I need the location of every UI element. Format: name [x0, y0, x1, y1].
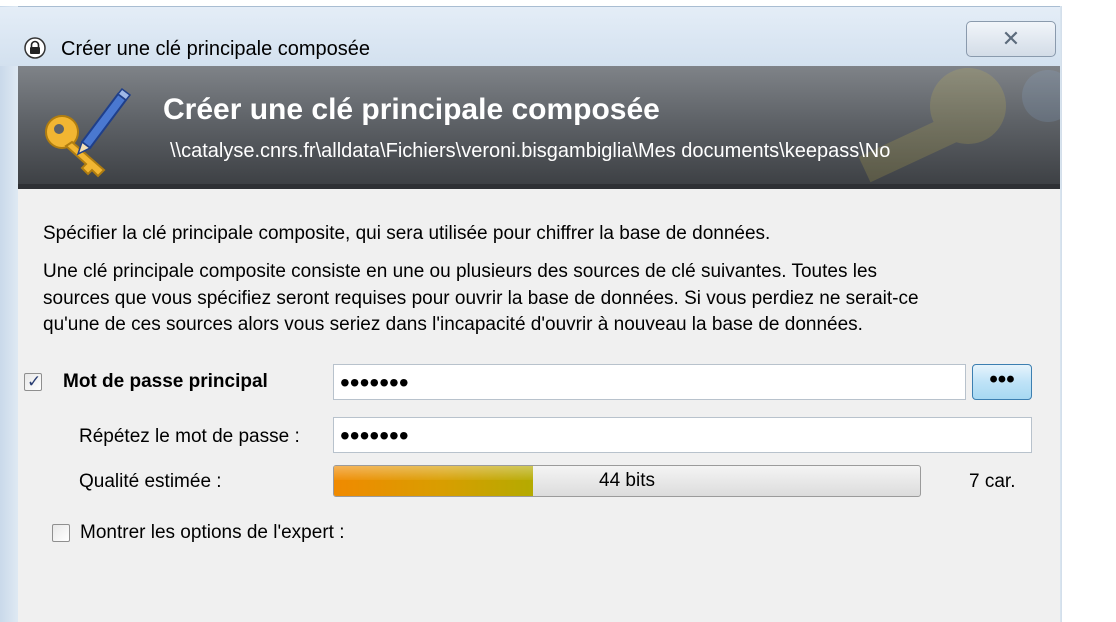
dialog-content [18, 189, 1060, 622]
expert-options-label[interactable]: Montrer les options de l'expert : [80, 521, 344, 545]
database-path: \\catalyse.cnrs.fr\alldata\Fichiers\vero… [170, 140, 891, 162]
ellipsis-icon: ••• [989, 366, 1015, 393]
description-line-2: sources que vous spécifiez seront requis… [43, 288, 919, 309]
desktop-background [1062, 0, 1116, 622]
quality-bits-text: 44 bits [599, 470, 655, 491]
quality-label: Qualité estimée : [79, 471, 222, 492]
title-bar[interactable]: Créer une clé principale composée ✕ [0, 7, 1060, 66]
close-button[interactable]: ✕ [966, 21, 1056, 57]
window-title: Créer une clé principale composée [61, 38, 371, 60]
key-watermark-icon [858, 68, 1060, 183]
password-length-text: 7 car. [969, 471, 1016, 492]
repeat-password-label: Répétez le mot de passe : [79, 426, 300, 447]
master-password-label[interactable]: Mot de passe principal [63, 370, 268, 394]
repeat-password-value: ••••••• [340, 420, 409, 451]
repeat-password-input[interactable]: ••••••• [333, 417, 1032, 453]
window-frame-left [0, 6, 18, 622]
header-banner: Créer une clé principale composée \\cata… [18, 66, 1060, 189]
close-icon: ✕ [1001, 26, 1021, 51]
key-pen-icon [45, 87, 132, 178]
expert-options-checkbox[interactable] [52, 524, 70, 542]
dialog-window: Créer une clé principale composée ✕ Crée… [0, 0, 1116, 622]
show-password-button[interactable]: ••• [972, 364, 1032, 400]
description-line-3: qu'une de ces sources alors vous seriez … [43, 314, 863, 335]
intro-text: Spécifier la clé principale composite, q… [43, 223, 771, 244]
checkmark-icon: ✓ [27, 372, 42, 391]
lock-icon [24, 37, 46, 59]
banner-title: Créer une clé principale composée [163, 93, 660, 126]
master-password-checkbox[interactable]: ✓ [24, 372, 42, 391]
master-password-value: ••••••• [340, 367, 409, 398]
master-password-input[interactable]: ••••••• [333, 364, 966, 400]
description-line-1: Une clé principale composite consiste en… [43, 261, 878, 282]
password-quality-bar: 44 bits [333, 465, 921, 497]
